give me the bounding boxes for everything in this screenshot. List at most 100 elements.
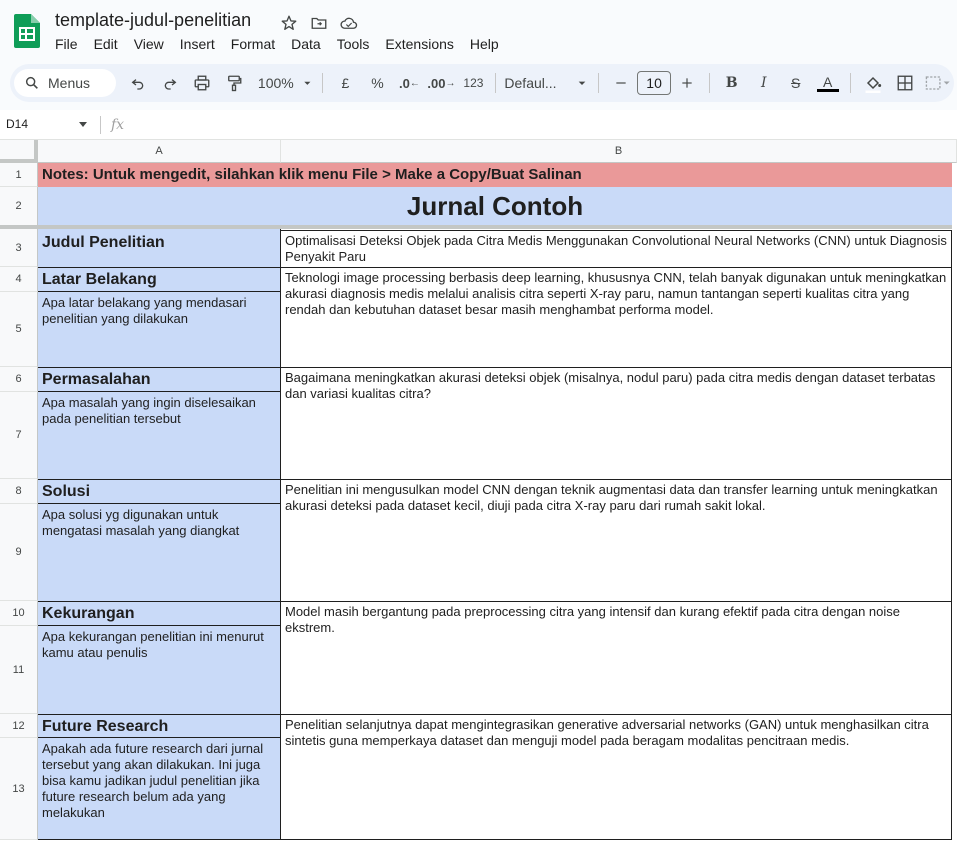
increase-decimal-label: .00 <box>427 75 446 91</box>
menu-file[interactable]: File <box>47 35 86 53</box>
font-size-input[interactable]: 10 <box>637 71 671 95</box>
text-color-swatch <box>816 88 839 92</box>
decrease-decimal-label: .0 <box>399 75 410 91</box>
notes-cell[interactable]: Notes: Untuk mengedit, silahkan klik men… <box>38 163 952 187</box>
plus-icon <box>682 78 692 88</box>
section-desc-kekurangan[interactable]: Apa kekurangan penelitian ini menurut ka… <box>38 627 280 714</box>
paint-format-button[interactable] <box>220 69 248 97</box>
menu-format[interactable]: Format <box>223 35 283 53</box>
content-cell-latar[interactable]: Teknologi image processing berbasis deep… <box>281 267 952 368</box>
page-title-cell[interactable]: Jurnal Contoh <box>38 187 952 229</box>
strikethrough-button[interactable]: S <box>782 69 810 97</box>
move-folder-icon[interactable] <box>308 12 330 34</box>
fill-color-button[interactable] <box>859 69 887 97</box>
merge-cells-icon <box>925 76 950 90</box>
print-icon <box>194 75 210 91</box>
increase-font-size-button[interactable] <box>673 69 701 97</box>
menu-edit[interactable]: Edit <box>86 35 126 53</box>
chevron-down-icon[interactable] <box>78 121 88 129</box>
decrease-font-size-button[interactable] <box>607 69 635 97</box>
row-header-1[interactable]: 1 <box>0 163 38 187</box>
content-cell-judul[interactable]: Optimalisasi Deteksi Objek pada Citra Me… <box>281 230 952 268</box>
redo-icon <box>164 79 177 90</box>
fill-color-icon <box>865 76 881 93</box>
section-desc-latar[interactable]: Apa latar belakang yang mendasari peneli… <box>38 293 280 367</box>
row-header-5[interactable]: 5 <box>0 292 38 367</box>
sheets-logo-icon[interactable] <box>14 14 40 48</box>
section-desc-future[interactable]: Apakah ada future research dari jurnal t… <box>38 739 280 840</box>
section-heading-judul[interactable]: Judul Penelitian <box>38 231 280 255</box>
currency-format-button[interactable]: £ <box>331 69 359 97</box>
text-color-button[interactable]: A <box>814 69 842 97</box>
font-family-select[interactable]: Defaul... <box>504 69 590 97</box>
decrease-decimal-button[interactable]: .0 ← <box>395 69 423 97</box>
cell-border <box>38 391 281 392</box>
cell-border <box>38 503 281 504</box>
section-desc-permasalahan[interactable]: Apa masalah yang ingin diselesaikan pada… <box>38 393 280 479</box>
row-header-2[interactable]: 2 <box>0 187 38 229</box>
toolbar-divider <box>495 73 497 93</box>
row-header-10[interactable]: 10 <box>0 601 38 626</box>
bold-button[interactable]: B <box>718 69 746 97</box>
percent-format-button[interactable]: % <box>363 69 391 97</box>
merge-cells-button[interactable] <box>923 69 952 97</box>
borders-button[interactable] <box>891 69 919 97</box>
row-header-13[interactable]: 13 <box>0 738 38 840</box>
section-heading-future[interactable]: Future Research <box>38 715 280 738</box>
paint-format-icon <box>227 75 242 92</box>
toolbar-divider <box>849 73 851 93</box>
column-header-b[interactable]: B <box>281 140 957 163</box>
menu-tools[interactable]: Tools <box>329 35 378 53</box>
menu-extensions[interactable]: Extensions <box>377 35 461 53</box>
undo-button[interactable] <box>124 69 152 97</box>
document-title[interactable]: template-judul-penelitian <box>55 10 251 31</box>
search-placeholder: Menus <box>48 75 91 91</box>
menu-bar: File Edit View Insert Format Data Tools … <box>47 35 507 53</box>
currency-symbol: £ <box>341 75 350 91</box>
star-icon[interactable] <box>278 12 300 34</box>
content-cell-permasalahan[interactable]: Bagaimana meningkatkan akurasi deteksi o… <box>281 367 952 480</box>
search-menus-input[interactable]: Menus <box>14 69 116 97</box>
menu-view[interactable]: View <box>126 35 172 53</box>
redo-button[interactable] <box>156 69 184 97</box>
content-cell-solusi[interactable]: Penelitian ini mengusulkan model CNN den… <box>281 479 952 602</box>
italic-button[interactable]: I <box>750 69 778 97</box>
cloud-saved-icon[interactable] <box>338 12 360 34</box>
row-header-9[interactable]: 9 <box>0 504 38 601</box>
section-heading-solusi[interactable]: Solusi <box>38 480 280 504</box>
content-cell-kekurangan[interactable]: Model masih bergantung pada preprocessin… <box>281 601 952 715</box>
number-format-label: 123 <box>463 76 484 90</box>
column-header-a[interactable]: A <box>38 140 281 163</box>
formula-divider <box>100 116 101 134</box>
row-header-3[interactable]: 3 <box>0 229 38 267</box>
menu-insert[interactable]: Insert <box>172 35 223 53</box>
fx-icon: fx <box>111 117 125 133</box>
row-header-8[interactable]: 8 <box>0 479 38 504</box>
content-cell-future[interactable]: Penelitian selanjutnya dapat mengintegra… <box>281 714 952 840</box>
number-format-button[interactable]: 123 <box>459 69 487 97</box>
row-header-4[interactable]: 4 <box>0 267 38 292</box>
section-heading-permasalahan[interactable]: Permasalahan <box>38 368 280 392</box>
percent-symbol: % <box>371 75 384 91</box>
spreadsheet-grid: A B 1 2 3 4 5 6 7 8 9 10 11 12 13 Notes:… <box>0 140 957 845</box>
row-header-11[interactable]: 11 <box>0 626 38 714</box>
section-heading-latar[interactable]: Latar Belakang <box>38 268 280 292</box>
menu-data[interactable]: Data <box>283 35 329 53</box>
menu-help[interactable]: Help <box>462 35 507 53</box>
section-heading-kekurangan[interactable]: Kekurangan <box>38 602 280 626</box>
print-button[interactable] <box>188 69 216 97</box>
row-header-12[interactable]: 12 <box>0 714 38 738</box>
select-all-corner[interactable] <box>0 140 38 163</box>
chevron-down-icon <box>579 81 586 85</box>
name-box[interactable]: D14 <box>6 117 28 131</box>
row-header-6[interactable]: 6 <box>0 367 38 392</box>
toolbar-divider <box>708 73 710 93</box>
zoom-select[interactable]: 100% <box>258 69 315 97</box>
search-icon <box>25 76 38 89</box>
chevron-down-icon <box>304 81 311 85</box>
increase-decimal-button[interactable]: .00 → <box>427 69 455 97</box>
borders-icon <box>897 75 913 91</box>
section-desc-solusi[interactable]: Apa solusi yg digunakan untuk mengatasi … <box>38 505 280 601</box>
cell-border <box>38 737 281 738</box>
row-header-7[interactable]: 7 <box>0 392 38 479</box>
